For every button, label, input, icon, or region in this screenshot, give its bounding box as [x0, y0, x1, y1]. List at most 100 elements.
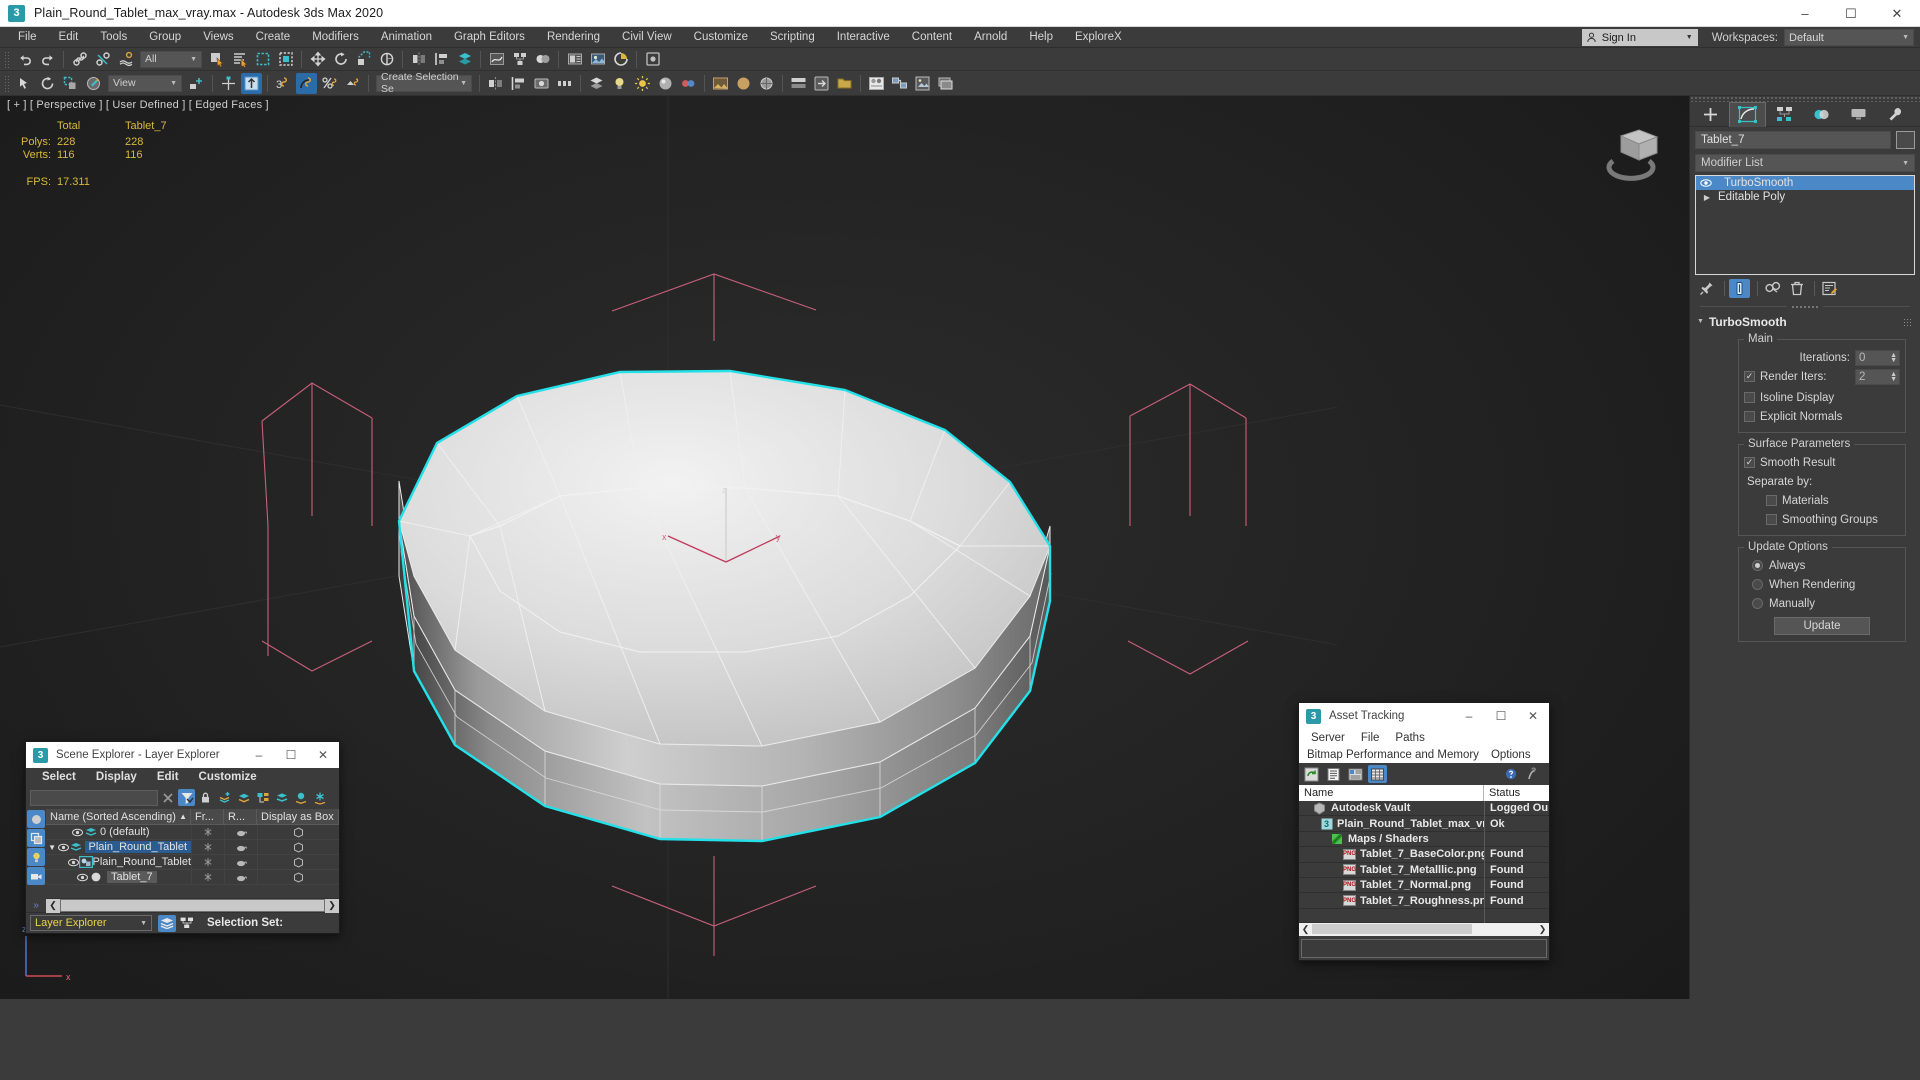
create-tab[interactable]: [1692, 102, 1729, 127]
menu-file[interactable]: File: [7, 29, 48, 45]
scroll-right-icon[interactable]: ❯: [325, 898, 339, 913]
scene-explorer-icon[interactable]: [178, 915, 196, 932]
iterations-spinner[interactable]: 0 ▲ ▼: [1855, 349, 1900, 366]
mirror-icon[interactable]: [408, 49, 429, 70]
hide-icon[interactable]: [292, 789, 309, 806]
detail-view-icon[interactable]: [1346, 765, 1365, 783]
mirror-objects-icon[interactable]: [485, 73, 506, 94]
slate-material-editor-icon[interactable]: [889, 73, 910, 94]
menu-civil-view[interactable]: Civil View: [611, 29, 683, 45]
remove-modifier-icon[interactable]: [1786, 279, 1807, 298]
menu-paths[interactable]: Paths: [1387, 732, 1432, 744]
select-region-dashed-icon[interactable]: [60, 73, 81, 94]
geometry-icon[interactable]: [27, 829, 45, 847]
layer-explorer-icon[interactable]: [454, 49, 475, 70]
expander-icon[interactable]: ▼: [46, 843, 58, 852]
align-icon[interactable]: [431, 49, 452, 70]
isoline-display-row[interactable]: Isoline Display: [1744, 388, 1900, 407]
ambient-occlusion-icon[interactable]: [733, 73, 754, 94]
add-layer-icon[interactable]: [216, 789, 233, 806]
horizontal-scrollbar[interactable]: ❮ ❯: [46, 898, 339, 913]
scrollbar-thumb[interactable]: [1312, 924, 1472, 935]
layer-explorer-icon[interactable]: [158, 914, 176, 932]
use-transform-coordinate-center-icon[interactable]: [241, 72, 262, 94]
menu-select[interactable]: Select: [32, 771, 86, 783]
column-frozen[interactable]: Fr...: [191, 808, 224, 825]
spinner-snap-toggle-icon[interactable]: [342, 73, 363, 94]
explicit-normals-row[interactable]: Explicit Normals: [1744, 407, 1900, 426]
rollout-resize-handle[interactable]: [1700, 302, 1910, 311]
minimize-button[interactable]: –: [1453, 703, 1485, 729]
close-button[interactable]: ✕: [307, 742, 339, 768]
render-production-icon[interactable]: [610, 49, 631, 70]
filter-icon[interactable]: [178, 789, 195, 806]
maximize-button[interactable]: ☐: [1485, 703, 1517, 729]
explicit-normals-checkbox[interactable]: [1744, 411, 1755, 422]
eye-icon[interactable]: [72, 828, 85, 837]
menu-server[interactable]: Server: [1303, 732, 1353, 744]
menu-options[interactable]: Options: [1483, 749, 1539, 761]
list-item[interactable]: 0 (default): [46, 824, 339, 840]
hierarchy-tab[interactable]: [1766, 102, 1803, 127]
scene-converter-icon[interactable]: [811, 73, 832, 94]
placement-tool-icon[interactable]: [376, 49, 397, 70]
minimize-button[interactable]: –: [1782, 0, 1828, 27]
frozen-cell-icon[interactable]: [191, 824, 224, 840]
asset-tracking-window[interactable]: 3 Asset Tracking – ☐ ✕ Server File Paths…: [1298, 702, 1550, 961]
viewport-label[interactable]: [ + ] [ Perspective ] [ User Defined ] […: [7, 99, 269, 111]
select-and-place-icon[interactable]: [14, 73, 35, 94]
use-pivot-point-center-icon[interactable]: [186, 73, 207, 94]
project-folder-icon[interactable]: [834, 73, 855, 94]
material-sample-icon[interactable]: [655, 73, 676, 94]
menu-edit[interactable]: Edit: [48, 29, 90, 45]
explorer-mode-combo[interactable]: Layer Explorer ▼: [30, 915, 152, 931]
select-and-scale-icon[interactable]: [353, 49, 374, 70]
selection-filter-combo[interactable]: All ▼: [140, 50, 202, 68]
spinner-arrows-icon[interactable]: ▲ ▼: [1890, 371, 1897, 383]
modifier-list-dropdown[interactable]: Modifier List ▼: [1695, 154, 1915, 172]
object-name-input[interactable]: Tablet_7: [1695, 131, 1891, 149]
when-rendering-radio-row[interactable]: When Rendering: [1744, 575, 1900, 594]
edit-named-selection-icon[interactable]: [83, 73, 104, 94]
when-rendering-radio[interactable]: [1752, 579, 1763, 590]
lock-icon[interactable]: [197, 789, 214, 806]
manually-radio[interactable]: [1752, 598, 1763, 609]
overflow-indicator[interactable]: »: [26, 900, 46, 911]
menu-content[interactable]: Content: [901, 29, 963, 45]
scrollbar-thumb[interactable]: [61, 900, 324, 911]
expander-icon[interactable]: ▶: [1700, 193, 1714, 202]
show-end-result-icon[interactable]: [1729, 279, 1750, 298]
renderable-cell-icon[interactable]: [224, 839, 257, 855]
menu-display[interactable]: Display: [86, 771, 147, 783]
configure-sets-icon[interactable]: [1819, 279, 1840, 298]
map-channel-icon[interactable]: [678, 73, 699, 94]
list-item[interactable]: Tablet_7: [46, 869, 339, 885]
workspace-selector[interactable]: Default ▼: [1784, 29, 1914, 46]
menu-explorex[interactable]: ExploreX: [1064, 29, 1133, 45]
freeze-icon[interactable]: [311, 789, 328, 806]
scroll-left-icon[interactable]: ❮: [1299, 923, 1312, 936]
percent-snap-toggle-icon[interactable]: [319, 73, 340, 94]
table-row[interactable]: Maps / Shaders: [1299, 831, 1549, 848]
smoothing-groups-row[interactable]: Smoothing Groups: [1744, 510, 1900, 529]
eye-icon[interactable]: [1700, 179, 1714, 187]
column-renderable[interactable]: R...: [224, 808, 257, 825]
render-frame-icon[interactable]: [710, 73, 731, 94]
curve-editor-icon[interactable]: [486, 49, 507, 70]
menu-interactive[interactable]: Interactive: [826, 29, 901, 45]
scene-explorer-list[interactable]: Name (Sorted Ascending) ▲ Fr... R... Dis…: [46, 808, 339, 898]
isoline-display-checkbox[interactable]: [1744, 392, 1755, 403]
sunlight-system-icon[interactable]: [632, 73, 653, 94]
light-object-icon[interactable]: [609, 73, 630, 94]
help-icon[interactable]: [1502, 765, 1521, 783]
lights-icon[interactable]: [27, 848, 45, 866]
maximize-button[interactable]: ☐: [1828, 0, 1874, 27]
modify-tab[interactable]: [1729, 102, 1766, 127]
eye-icon[interactable]: [67, 858, 79, 867]
menu-customize[interactable]: Customize: [189, 771, 267, 783]
menu-bitmap-performance[interactable]: Bitmap Performance and Memory: [1303, 749, 1483, 761]
ribbon-toggle-icon[interactable]: [788, 73, 809, 94]
batch-render-icon[interactable]: [935, 73, 956, 94]
menu-customize[interactable]: Customize: [683, 29, 759, 45]
perspective-viewport[interactable]: z x y z x [ + ] [ Perspective ] [ User D…: [0, 96, 1689, 999]
